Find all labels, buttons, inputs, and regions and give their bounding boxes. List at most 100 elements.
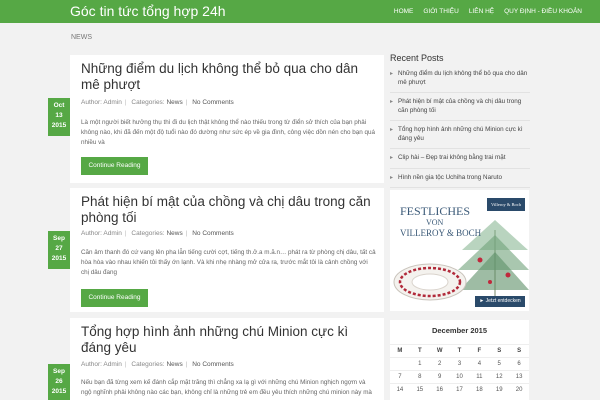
nav-contact[interactable]: LIÊN HỆ [469, 8, 494, 15]
caret-right-icon: ▸ [390, 99, 394, 105]
author-link[interactable]: Admin [103, 361, 121, 368]
calendar-day: 8 [418, 374, 422, 380]
post-meta: Author: Admin | Categories: News | No Comm… [81, 99, 234, 106]
calendar-day: 15 [416, 387, 424, 393]
post-title[interactable]: Tổng hợp hình ảnh những chú Minion cực k… [81, 324, 379, 356]
recent-post-item[interactable]: ▸ Tổng hợp hình ảnh những chú Minion cực … [390, 126, 530, 149]
nav-terms[interactable]: QUY ĐỊNH - ĐIỀU KHOẢN [504, 8, 582, 15]
calendar-day: 7 [398, 374, 402, 380]
post-card: Phát hiện bí mật của chồng và chị dâu tr… [70, 188, 384, 312]
date-month: Sep [53, 368, 65, 375]
calendar-day: 16 [436, 387, 443, 393]
post-title[interactable]: Những điểm du lịch không thể bỏ qua cho … [81, 61, 379, 93]
weekday-label: T [417, 348, 422, 354]
recent-posts-heading: Recent Posts [390, 53, 444, 63]
recent-post-link[interactable]: Phát hiện bí mật của chồng và chị dâu tr… [398, 98, 521, 114]
recent-post-link[interactable]: Clip hài – Đẹp trai không bằng trai mặt [398, 154, 505, 161]
calendar-day: 5 [497, 361, 501, 367]
continue-reading-button[interactable]: Continue Reading [81, 157, 148, 175]
main-nav: HOME GIỚI THIỆU LIÊN HỆ QUY ĐỊNH - ĐIỀU … [384, 0, 582, 23]
ad-banner[interactable]: FESTLICHES VON VILLEROY & BOCH Villeroy … [390, 190, 529, 311]
recent-post-item[interactable]: ▸ Phát hiện bí mật của chồng và chị dâu t… [390, 98, 530, 121]
weekday-label: W [436, 348, 443, 354]
post-card: Tổng hợp hình ảnh những chú Minion cực k… [70, 318, 384, 400]
category-link[interactable]: News [166, 361, 182, 368]
post-card: Những điểm du lịch không thể bỏ qua cho … [70, 55, 384, 183]
calendar-week-row: 7 8 9 10 11 12 13 [390, 370, 529, 383]
continue-reading-button[interactable]: Continue Reading [81, 289, 148, 307]
date-year: 2015 [51, 388, 67, 395]
caret-right-icon: ▸ [390, 71, 394, 77]
category-link[interactable]: News [166, 230, 182, 237]
comments-link[interactable]: No Comments [192, 230, 234, 237]
ad-subline: VILLEROY & BOCH [400, 228, 482, 238]
category-label: Categories: [131, 361, 165, 368]
calendar-day: 13 [515, 374, 523, 380]
category-label: Categories: [131, 230, 165, 237]
date-year: 2015 [51, 122, 67, 129]
author-label: Author: [81, 99, 102, 106]
weekday-label: F [477, 348, 482, 354]
caret-right-icon: ▸ [390, 127, 394, 133]
calendar-day: 2 [437, 361, 442, 367]
calendar-widget: December 2015 M T W T F S S 1 2 3 4 5 6 … [390, 320, 529, 400]
post-date-badge: Sep 27 2015 [48, 231, 70, 269]
calendar-day: 9 [437, 374, 442, 380]
post-excerpt: Nếu bạn đã từng xem kế đánh cắp mặt trăn… [81, 379, 372, 396]
date-day: 27 [55, 245, 63, 252]
calendar-day: 18 [476, 387, 483, 393]
site-title[interactable]: Góc tin tức tổng hợp 24h [70, 3, 226, 19]
recent-post-link[interactable]: Hình nền gia tộc Uchiha trong Naruto [398, 174, 502, 181]
post-meta: Author: Admin | Categories: News | No Comm… [81, 230, 234, 237]
post-title[interactable]: Phát hiện bí mật của chồng và chị dâu tr… [81, 194, 379, 226]
comments-link[interactable]: No Comments [192, 361, 234, 368]
recent-post-link[interactable]: Những điểm du lịch không thể bỏ qua cho … [398, 70, 527, 86]
recent-post-item[interactable]: ▸ Hình nền gia tộc Uchiha trong Naruto [390, 174, 530, 188]
calendar-day: 17 [456, 387, 463, 393]
calendar-day: 11 [476, 374, 483, 380]
nav-home[interactable]: HOME [394, 8, 414, 15]
weekday-label: S [517, 348, 522, 354]
weekday-label: M [397, 348, 403, 354]
date-month: Oct [53, 102, 65, 109]
post-date-badge: Oct 13 2015 [48, 98, 70, 136]
plate-icon [393, 263, 467, 301]
calendar-day: 19 [495, 387, 503, 393]
date-day: 26 [55, 378, 63, 385]
calendar-week-row: 1 2 3 4 5 6 [390, 357, 529, 370]
post-excerpt: Là một người biết hưởng thụ thì đi du lị… [81, 119, 376, 146]
calendar-day: 3 [457, 361, 462, 367]
calendar-day: 1 [418, 361, 422, 367]
calendar-day [390, 358, 410, 370]
author-link[interactable]: Admin [103, 99, 121, 106]
recent-posts-list: ▸ Những điểm du lịch không thể bỏ qua cho… [390, 70, 530, 193]
caret-right-icon: ▸ [390, 174, 394, 181]
calendar-day: 10 [456, 374, 463, 380]
calendar-grid: M T W T F S S 1 2 3 4 5 6 7 8 9 10 11 12… [390, 344, 529, 396]
comments-link[interactable]: No Comments [192, 99, 234, 106]
breadcrumb: NEWS [71, 34, 92, 41]
category-label: Categories: [131, 99, 165, 106]
recent-post-item[interactable]: ▸ Những điểm du lịch không thể bỏ qua cho… [390, 70, 530, 93]
category-link[interactable]: News [166, 99, 182, 106]
nav-about[interactable]: GIỚI THIỆU [423, 8, 458, 15]
ad-cta-button[interactable]: ► Jetzt entdecken [475, 296, 525, 307]
weekday-label: T [457, 348, 462, 354]
post-date-badge: Sep 26 2015 [48, 364, 70, 400]
post-meta: Author: Admin | Categories: News | No Comm… [81, 361, 234, 368]
calendar-title: December 2015 [431, 326, 488, 335]
ad-subline: VON [426, 218, 444, 227]
author-link[interactable]: Admin [103, 230, 121, 237]
recent-post-item[interactable]: ▸ Clip hài – Đẹp trai không bằng trai mặt [390, 154, 530, 169]
calendar-day: 14 [396, 387, 404, 393]
ad-brand-logo: Villeroy & Boch [487, 198, 525, 211]
recent-post-link[interactable]: Tổng hợp hình ảnh những chú Minion cực k… [398, 126, 523, 142]
calendar-weekday-row: M T W T F S S [390, 344, 529, 357]
calendar-day: 4 [477, 361, 482, 367]
date-year: 2015 [51, 255, 67, 262]
date-day: 13 [55, 112, 63, 119]
date-month: Sep [53, 235, 65, 242]
author-label: Author: [81, 230, 102, 237]
top-header-bar: Góc tin tức tổng hợp 24h HOME GIỚI THIỆU… [0, 0, 600, 23]
post-excerpt: Căn âm thanh đó cứ vang lên pha lẫn tiến… [81, 249, 376, 276]
